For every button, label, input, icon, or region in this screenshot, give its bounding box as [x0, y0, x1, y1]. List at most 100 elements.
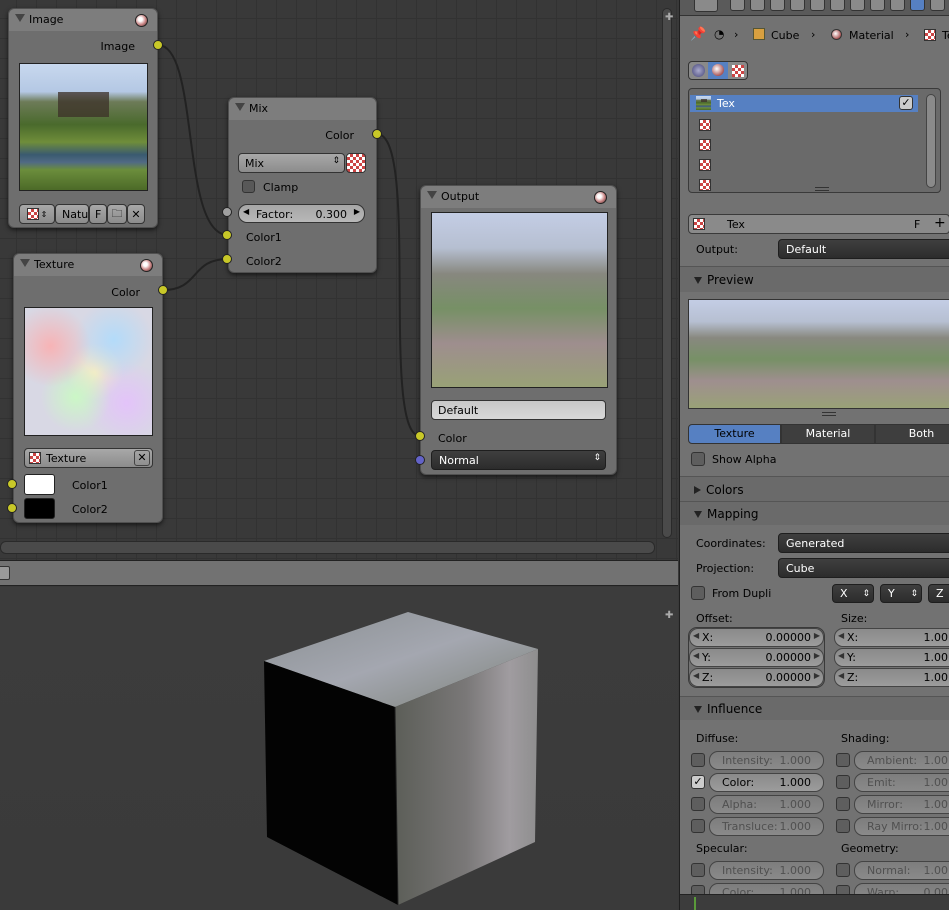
- shading-raymirror-field[interactable]: Ray Mirro: 1.00: [854, 817, 949, 836]
- 3d-viewport[interactable]: ✚: [0, 587, 678, 910]
- preview-panel-header[interactable]: Preview: [680, 266, 949, 292]
- mapping-y-select[interactable]: Y ⇕: [880, 584, 922, 603]
- empty-slot-icon[interactable]: [699, 119, 711, 131]
- show-alpha-checkbox[interactable]: [691, 452, 705, 466]
- node-editor-vscroll[interactable]: [662, 8, 672, 538]
- blend-mode-select[interactable]: Mix ⇕: [238, 153, 345, 173]
- mix-color1-socket[interactable]: [222, 230, 232, 240]
- shading-mirror-checkbox[interactable]: [836, 797, 850, 811]
- unlink-icon[interactable]: ✕: [127, 204, 145, 224]
- fake-user-button[interactable]: F: [914, 218, 920, 231]
- viewport-header[interactable]: [0, 560, 678, 586]
- material-texture-icon[interactable]: [708, 62, 728, 79]
- texture-datablock-row[interactable]: Tex F +: [688, 214, 949, 234]
- color1-swatch[interactable]: [24, 474, 55, 495]
- diffuse-translucency-field[interactable]: Transluce: 1.000: [709, 817, 824, 836]
- editor-type-icon[interactable]: [0, 566, 10, 580]
- texture-name-field[interactable]: Tex: [727, 218, 745, 231]
- offset-z-field[interactable]: ◀ Z: 0.00000 ▶: [689, 668, 824, 687]
- colors-panel-header[interactable]: Colors: [680, 476, 949, 502]
- resize-grip-icon[interactable]: [815, 187, 829, 191]
- right-arrow-icon[interactable]: ▶: [354, 207, 360, 216]
- output-color-socket[interactable]: [415, 431, 425, 441]
- resize-grip-icon[interactable]: [822, 412, 836, 416]
- breadcrumb-material[interactable]: Material: [849, 29, 894, 42]
- texture-slot-list[interactable]: Tex ✓: [688, 88, 941, 193]
- shading-ambient-checkbox[interactable]: [836, 753, 850, 767]
- region-plus-icon[interactable]: ✚: [665, 12, 673, 23]
- image-output-socket[interactable]: [153, 40, 163, 50]
- mix-color2-socket[interactable]: [222, 254, 232, 264]
- texture-color1-socket[interactable]: [7, 479, 17, 489]
- texture-node[interactable]: Texture Color Texture ✕ Color1 Color2: [13, 253, 163, 523]
- mix-output-socket[interactable]: [372, 129, 382, 139]
- geometry-normal-field[interactable]: Normal: 1.00: [854, 861, 949, 880]
- mapping-panel-header[interactable]: Mapping: [680, 501, 949, 525]
- mapping-z-select[interactable]: Z: [928, 584, 949, 603]
- new-texture-icon[interactable]: +: [934, 215, 946, 231]
- physics-tab-icon[interactable]: [890, 0, 905, 11]
- size-y-field[interactable]: ◀ Y: 1.00: [834, 648, 949, 667]
- diffuse-color-field[interactable]: Color: 1.000: [709, 773, 824, 792]
- unlink-icon[interactable]: ✕: [134, 450, 150, 466]
- factor-field[interactable]: ◀ Factor: 0.300 ▶: [238, 204, 365, 223]
- texture-browse-icon[interactable]: [693, 218, 705, 230]
- texture-datablock-field[interactable]: Texture ✕: [24, 448, 153, 468]
- shading-ambient-field[interactable]: Ambient: 1.00: [854, 751, 949, 770]
- shading-mirror-field[interactable]: Mirror: 1.00: [854, 795, 949, 814]
- projection-select[interactable]: Cube: [778, 558, 949, 578]
- image-node[interactable]: Image Image ⇕ Natu F 🗀 ✕: [8, 8, 158, 228]
- shading-emit-field[interactable]: Emit: 1.00: [854, 773, 949, 792]
- diffuse-translucency-checkbox[interactable]: [691, 819, 705, 833]
- left-arrow-icon[interactable]: ◀: [243, 207, 249, 216]
- particles-tab-icon[interactable]: [870, 0, 885, 11]
- timeline-strip[interactable]: [680, 894, 949, 910]
- extra-tab-icon[interactable]: [930, 0, 945, 11]
- geometry-normal-checkbox[interactable]: [836, 863, 850, 877]
- normal-select[interactable]: Normal ⇕: [431, 450, 606, 470]
- texture-slot-active[interactable]: Tex ✓: [690, 95, 918, 112]
- preview-sphere-icon[interactable]: [140, 259, 153, 272]
- diffuse-alpha-checkbox[interactable]: [691, 797, 705, 811]
- mapping-x-select[interactable]: X ⇕: [832, 584, 874, 603]
- preview-type-tabs[interactable]: Texture Material Both: [688, 424, 949, 444]
- slot-enabled-checkbox[interactable]: ✓: [899, 96, 913, 110]
- world-tab-icon[interactable]: [750, 0, 765, 11]
- collapse-icon[interactable]: [15, 14, 25, 22]
- diffuse-intensity-checkbox[interactable]: [691, 753, 705, 767]
- image-browse-button[interactable]: ⇕: [19, 204, 55, 224]
- breadcrumb-object[interactable]: Cube: [771, 29, 799, 42]
- preview-tab-both[interactable]: Both: [875, 424, 949, 444]
- node-editor-hscroll[interactable]: [0, 541, 655, 554]
- render-tab-icon[interactable]: [694, 0, 718, 12]
- fake-user-button[interactable]: F: [89, 204, 107, 224]
- mix-node[interactable]: Mix Color Mix ⇕ Clamp ◀ Factor: 0.300 ▶ …: [228, 97, 377, 273]
- scene-tab-icon[interactable]: [730, 0, 745, 11]
- specular-intensity-checkbox[interactable]: [691, 863, 705, 877]
- output-name-field[interactable]: Default: [431, 400, 606, 420]
- current-frame-marker[interactable]: [694, 897, 696, 910]
- node-editor[interactable]: Image Image ⇕ Natu F 🗀 ✕ Texture Color T…: [0, 0, 678, 560]
- preview-sphere-icon[interactable]: [594, 191, 607, 204]
- diffuse-intensity-field[interactable]: Intensity: 1.000: [709, 751, 824, 770]
- empty-slot-icon[interactable]: [699, 179, 711, 191]
- texture-output-socket[interactable]: [158, 285, 168, 295]
- diffuse-color-checkbox[interactable]: ✓: [691, 775, 705, 789]
- size-z-field[interactable]: ◀ Z: 1.00: [834, 668, 949, 687]
- mix-factor-socket[interactable]: [222, 207, 232, 217]
- image-name-field[interactable]: Natu: [55, 204, 89, 224]
- preview-sphere-icon[interactable]: [135, 14, 148, 27]
- texture-color2-socket[interactable]: [7, 503, 17, 513]
- from-dupli-checkbox[interactable]: [691, 586, 705, 600]
- preview-tab-texture[interactable]: Texture: [688, 424, 781, 444]
- collapse-icon[interactable]: [20, 259, 30, 267]
- list-scrollbar[interactable]: [926, 94, 936, 188]
- image-node-header[interactable]: Image: [9, 9, 157, 31]
- modifiers-tab-icon[interactable]: [810, 0, 825, 11]
- size-x-field[interactable]: ◀ X: 1.00: [834, 628, 949, 647]
- brush-texture-icon[interactable]: [732, 65, 744, 77]
- output-node-header[interactable]: Output: [421, 186, 616, 208]
- collapse-icon[interactable]: [427, 191, 437, 199]
- properties-panel[interactable]: 📌 ◔ › Cube › Material › Te Tex ✓ Tex F +…: [679, 0, 949, 910]
- coordinates-select[interactable]: Generated: [778, 533, 949, 553]
